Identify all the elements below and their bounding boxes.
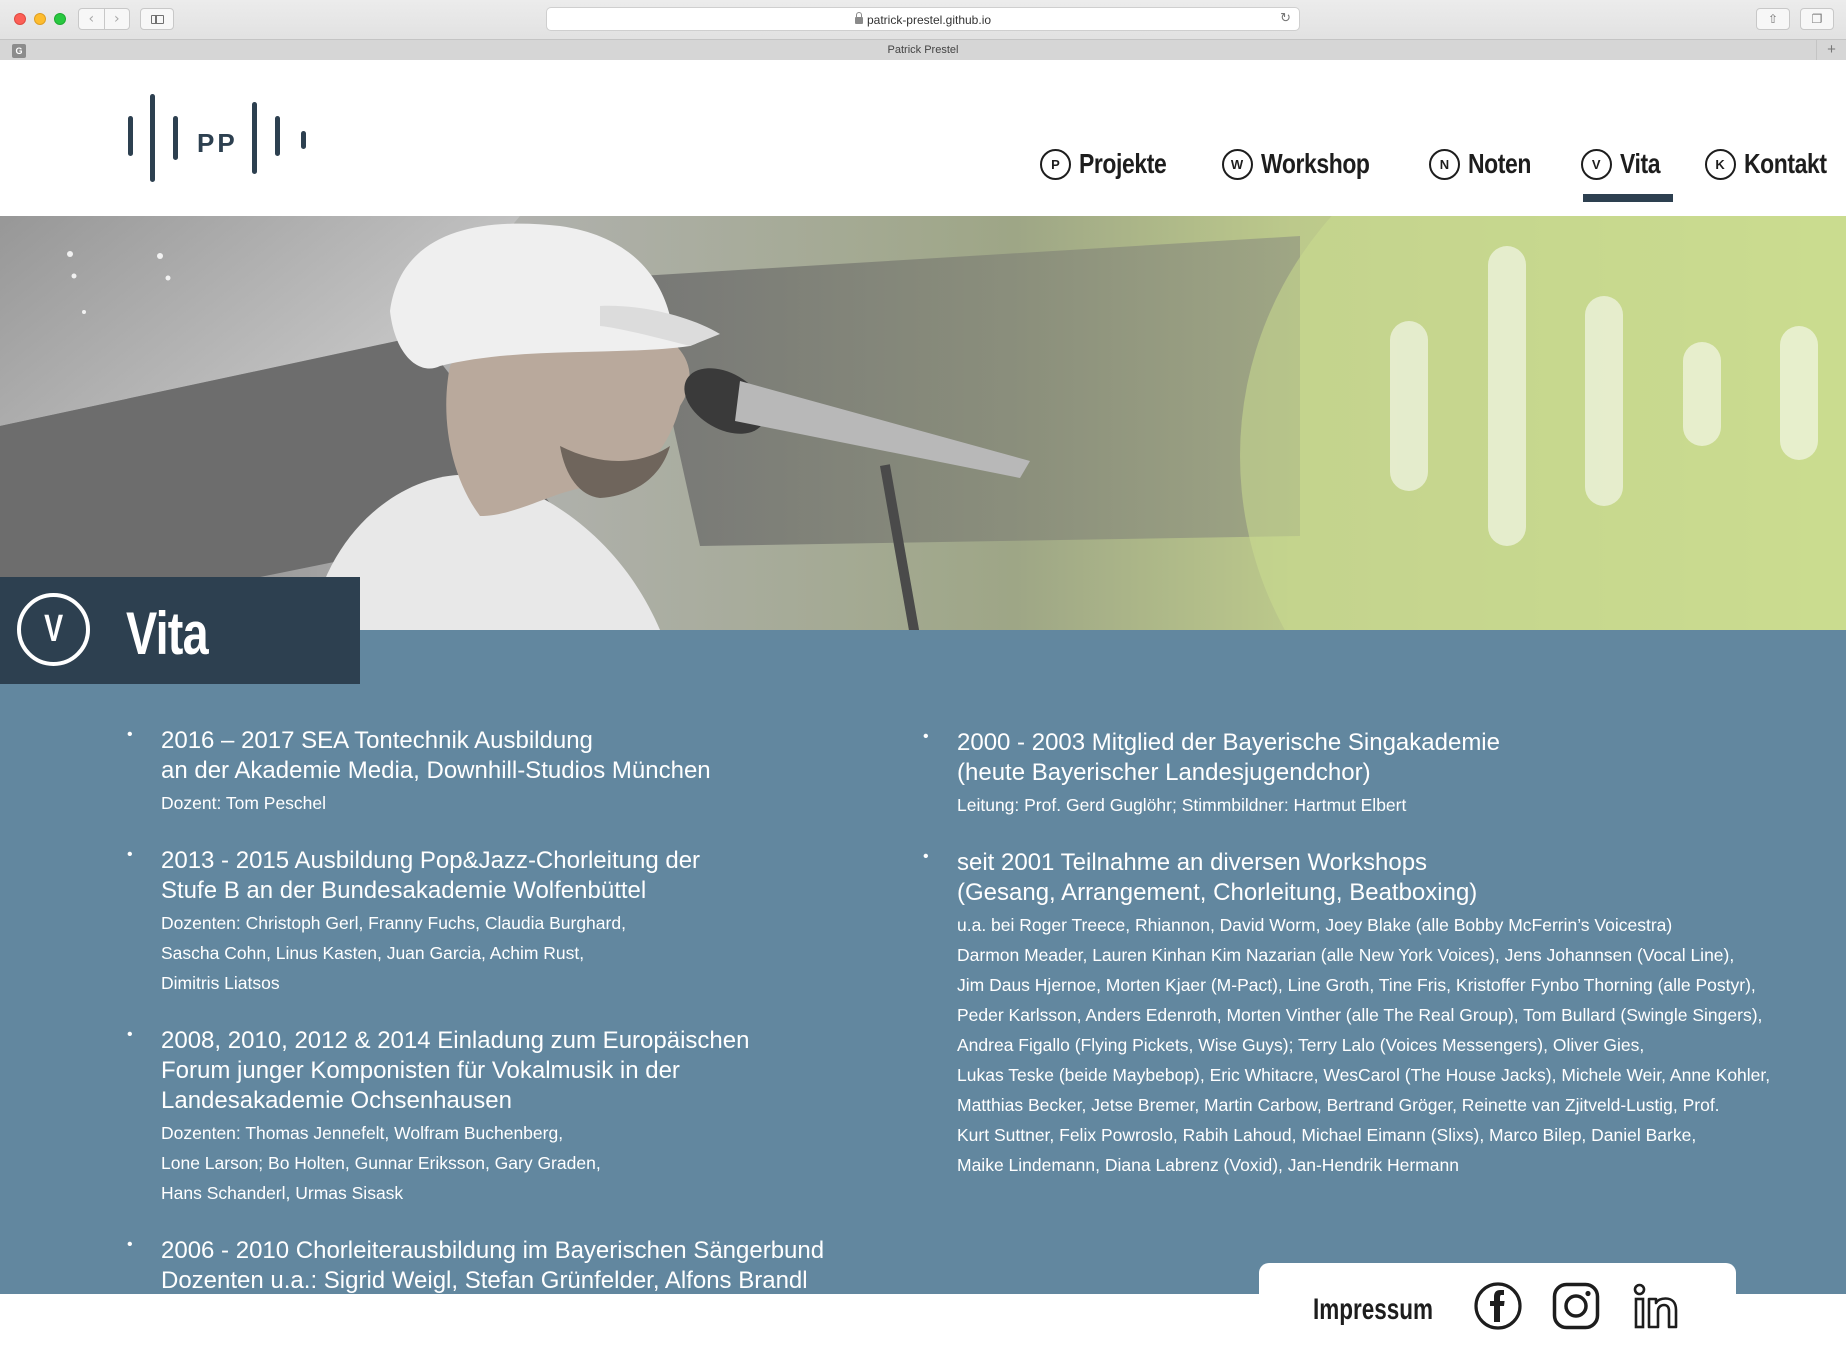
nav-label: Noten <box>1467 148 1531 179</box>
hero-banner <box>0 216 1846 630</box>
vita-content: 2016 – 2017 SEA Tontechnik Ausbildung an… <box>0 630 1846 1294</box>
tab-overview-button[interactable]: ❐ <box>1800 8 1834 30</box>
linkedin-icon[interactable] <box>1632 1281 1682 1331</box>
share-button[interactable]: ⇧ <box>1756 8 1790 30</box>
section-badge: V <box>17 593 90 666</box>
entry-detail: Dozenten: Thomas Jennefelt, Wolfram Buch… <box>161 1123 601 1203</box>
entry-detail: Dozent: Tom Peschel <box>161 793 327 813</box>
site-logo[interactable]: PP <box>128 94 308 184</box>
list-item: 2016 – 2017 SEA Tontechnik Ausbildung an… <box>124 726 864 818</box>
nav-badge: N <box>1428 148 1460 180</box>
nav-badge: K <box>1704 148 1736 180</box>
vita-list-left: 2016 – 2017 SEA Tontechnik Ausbildung an… <box>124 726 864 1294</box>
forward-icon[interactable]: › <box>105 9 130 29</box>
site-header: PP P Projekte W Workshop N Noten V Vita … <box>0 60 1846 216</box>
browser-chrome: ‹ › patrick-prestel.github.io ↻ ⇧ ❐ G Pa… <box>0 0 1846 61</box>
nav-badge: V <box>1580 148 1612 180</box>
entry-detail: Dozenten: Christoph Gerl, Franny Fuchs, … <box>161 913 626 993</box>
close-window-button[interactable] <box>14 13 26 25</box>
nav-item-projekte[interactable]: P Projekte <box>1040 146 1186 182</box>
impressum-link[interactable]: Impressum <box>1313 1293 1433 1327</box>
entry-title: 2008, 2010, 2012 & 2014 Einladung zum Eu… <box>161 1027 750 1114</box>
history-nav: ‹ › <box>78 8 130 30</box>
section-title-block: V Vita <box>0 577 360 684</box>
nav-label: Projekte <box>1079 148 1167 179</box>
entry-detail: u.a. bei Roger Treece, Rhiannon, David W… <box>957 915 1771 1175</box>
footer-bar: Impressum <box>1259 1263 1736 1347</box>
lock-icon <box>854 12 863 24</box>
nav-item-kontakt[interactable]: K Kontakt <box>1704 146 1845 182</box>
nav-item-vita[interactable]: V Vita <box>1580 146 1673 202</box>
hero-photo <box>0 216 1846 630</box>
nav-badge: W <box>1221 148 1253 180</box>
tab-title[interactable]: Patrick Prestel <box>0 44 1846 56</box>
tab-strip: G Patrick Prestel + <box>0 39 1846 61</box>
sidebar-toggle-button[interactable] <box>140 8 174 30</box>
entry-title: seit 2001 Teilnahme an diversen Workshop… <box>957 849 1478 906</box>
address-bar[interactable]: patrick-prestel.github.io ↻ <box>546 7 1300 31</box>
entry-title: 2006 - 2010 Chorleiterausbildung im Baye… <box>161 1237 825 1294</box>
entry-title: 2013 - 2015 Ausbildung Pop&Jazz-Chorleit… <box>161 847 701 904</box>
sidebar-icon <box>151 15 164 24</box>
zoom-window-button[interactable] <box>54 13 66 25</box>
browser-toolbar: ‹ › patrick-prestel.github.io ↻ ⇧ ❐ <box>0 0 1846 38</box>
back-icon[interactable]: ‹ <box>79 9 105 29</box>
entry-detail: Leitung: Prof. Gerd Guglöhr; Stimmbildne… <box>957 795 1407 815</box>
new-tab-button[interactable]: + <box>1816 40 1846 61</box>
reload-icon[interactable]: ↻ <box>1280 11 1291 26</box>
tabs-icon: ❐ <box>1811 12 1823 26</box>
list-item: 2008, 2010, 2012 & 2014 Einladung zum Eu… <box>124 1026 864 1208</box>
entry-title: 2016 – 2017 SEA Tontechnik Ausbildung an… <box>161 727 711 784</box>
share-icon: ⇧ <box>1767 12 1779 26</box>
nav-label: Workshop <box>1260 148 1370 179</box>
entry-title: 2000 - 2003 Mitglied der Bayerische Sing… <box>957 729 1500 786</box>
facebook-icon[interactable] <box>1473 1281 1523 1331</box>
vita-list-right: 2000 - 2003 Mitglied der Bayerische Sing… <box>920 728 1800 1208</box>
nav-badge: P <box>1040 148 1071 180</box>
minimize-window-button[interactable] <box>34 13 46 25</box>
list-item: seit 2001 Teilnahme an diversen Workshop… <box>920 848 1800 1180</box>
page-title: Vita <box>126 600 209 667</box>
main-nav: P Projekte W Workshop N Noten V Vita K K… <box>1040 146 1845 202</box>
instagram-icon[interactable] <box>1551 1281 1601 1331</box>
nav-label: Vita <box>1619 148 1660 179</box>
url-text: patrick-prestel.github.io <box>866 13 992 27</box>
logo-letters: PP <box>197 128 238 158</box>
nav-item-workshop[interactable]: W Workshop <box>1221 146 1393 182</box>
list-item: 2000 - 2003 Mitglied der Bayerische Sing… <box>920 728 1800 820</box>
list-item: 2006 - 2010 Chorleiterausbildung im Baye… <box>124 1236 864 1294</box>
list-item: 2013 - 2015 Ausbildung Pop&Jazz-Chorleit… <box>124 846 864 998</box>
nav-label: Kontakt <box>1743 148 1827 179</box>
nav-item-noten[interactable]: N Noten <box>1428 146 1545 182</box>
